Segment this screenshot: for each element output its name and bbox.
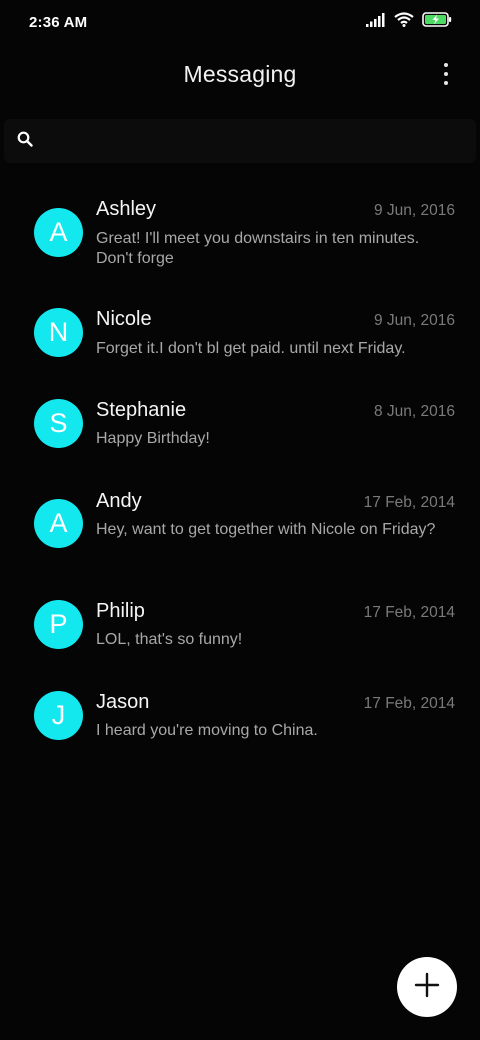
search-icon <box>17 131 33 152</box>
avatar: S <box>34 399 83 448</box>
conversation-item[interactable]: A Ashley 9 Jun, 2016 Great! I'll meet yo… <box>0 180 480 290</box>
message-date: 17 Feb, 2014 <box>363 604 455 621</box>
conversation-item[interactable]: J Jason 17 Feb, 2014 I heard you're movi… <box>0 672 480 763</box>
contact-name: Ashley <box>96 198 157 220</box>
app-header: Messaging <box>0 44 480 104</box>
message-snippet: LOL, that's so funny! <box>96 631 243 648</box>
contact-name: Jason <box>96 691 150 713</box>
new-message-button[interactable] <box>397 957 457 1017</box>
conversation-item[interactable]: S Stephanie 8 Jun, 2016 Happy Birthday! <box>0 380 480 471</box>
status-icons <box>366 12 452 32</box>
conversation-list: A Ashley 9 Jun, 2016 Great! I'll meet yo… <box>0 180 480 763</box>
message-snippet: Great! I'll meet you downstairs in ten m… <box>96 230 420 267</box>
contact-name: Nicole <box>96 308 152 330</box>
message-snippet: I heard you're moving to China. <box>96 722 318 739</box>
message-date: 8 Jun, 2016 <box>373 403 455 420</box>
contact-name: Andy <box>96 490 142 512</box>
conversation-item[interactable]: A Andy 17 Feb, 2014 Hey, want to get tog… <box>0 471 480 581</box>
message-date: 17 Feb, 2014 <box>363 695 455 712</box>
avatar: P <box>34 600 83 649</box>
avatar: J <box>34 691 83 740</box>
page-title: Messaging <box>183 60 297 87</box>
avatar: N <box>34 308 83 357</box>
wifi-icon <box>394 12 414 32</box>
avatar: A <box>34 499 83 548</box>
status-bar: 2:36 AM <box>0 0 480 44</box>
status-time: 2:36 AM <box>29 13 88 31</box>
message-date: 9 Jun, 2016 <box>373 202 455 219</box>
message-snippet: Happy Birthday! <box>96 430 210 447</box>
more-vertical-icon[interactable] <box>440 61 452 87</box>
signal-icon <box>366 12 386 32</box>
message-date: 17 Feb, 2014 <box>363 494 455 511</box>
plus-icon <box>414 972 440 1003</box>
message-date: 9 Jun, 2016 <box>373 312 455 329</box>
search-bar[interactable] <box>4 119 476 163</box>
search-input[interactable] <box>33 119 476 163</box>
avatar: A <box>34 208 83 257</box>
contact-name: Philip <box>96 600 145 622</box>
conversation-item[interactable]: N Nicole 9 Jun, 2016 Forget it.I don't b… <box>0 290 480 380</box>
battery-charging-icon <box>422 12 452 32</box>
conversation-item[interactable]: P Philip 17 Feb, 2014 LOL, that's so fun… <box>0 581 480 672</box>
contact-name: Stephanie <box>96 399 187 421</box>
message-snippet: Hey, want to get together with Nicole on… <box>96 521 436 538</box>
message-snippet: Forget it.I don't bl get paid. until nex… <box>96 340 406 357</box>
